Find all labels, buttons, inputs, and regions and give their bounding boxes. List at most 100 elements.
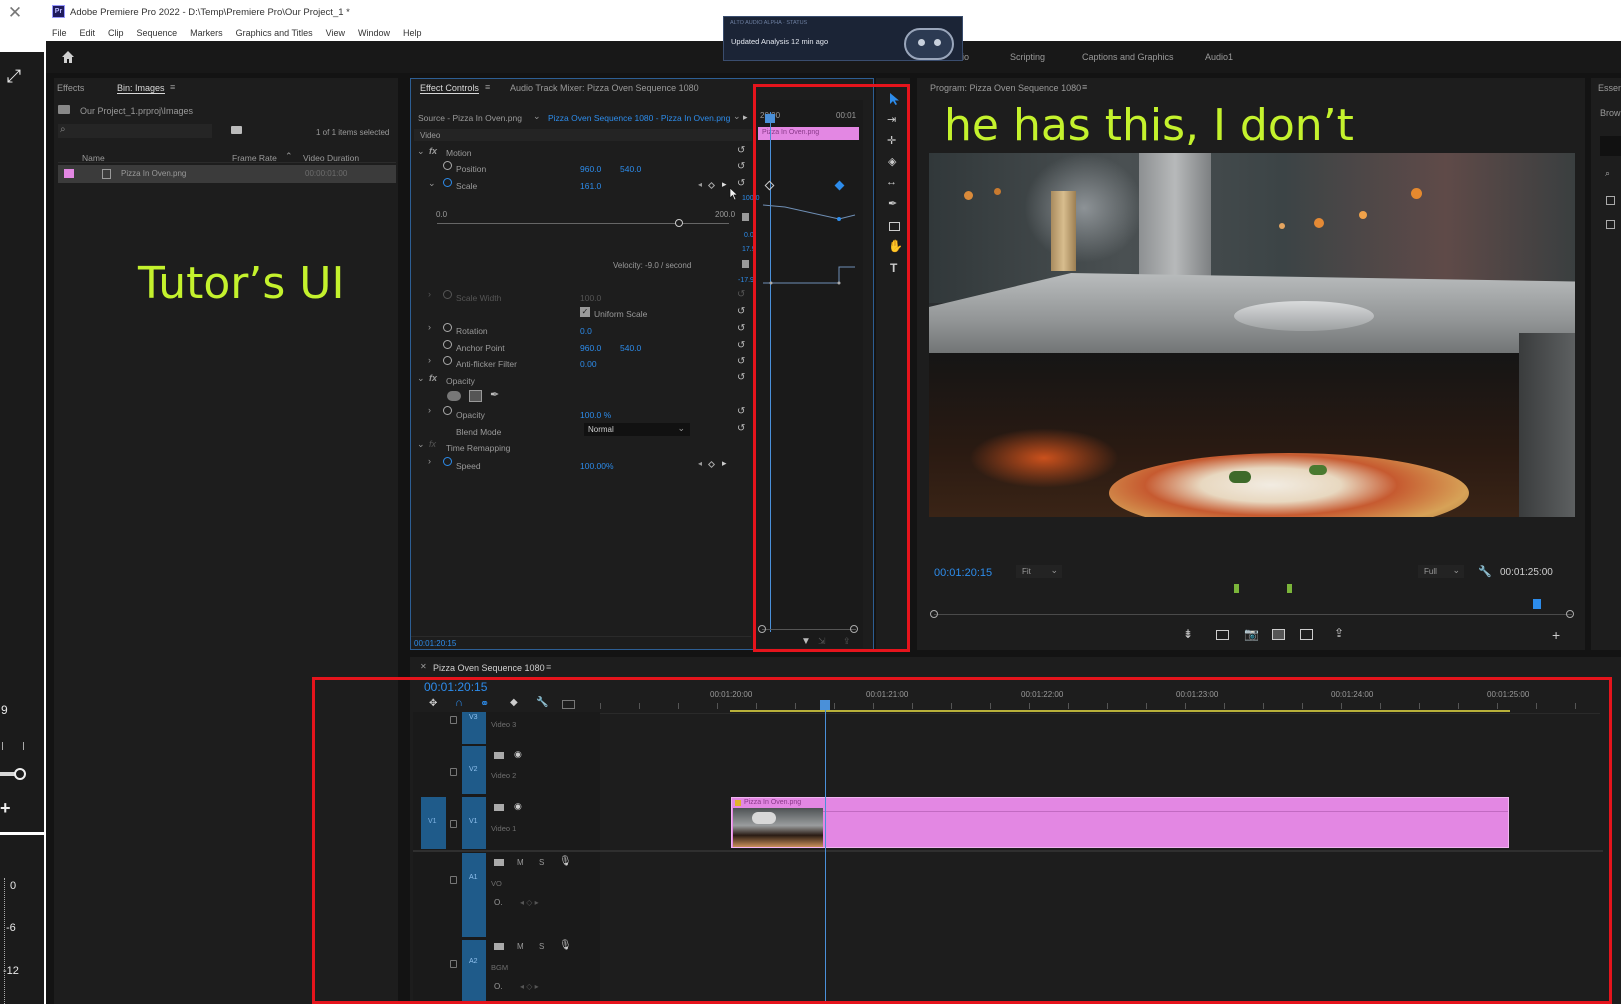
scale-stopwatch-icon[interactable] — [443, 178, 452, 187]
speed-next-keyframe-icon[interactable]: ▸ — [722, 458, 727, 469]
eg-checkbox-1[interactable] — [1606, 196, 1615, 205]
browse-tab[interactable]: Brow — [1600, 108, 1621, 118]
program-timecode[interactable]: 00:01:20:15 — [934, 567, 992, 579]
timeline-title[interactable]: Pizza Oven Sequence 1080 — [433, 663, 545, 673]
antiflicker-reset-icon[interactable]: ↺ — [737, 356, 745, 367]
opacity-section-reset-icon[interactable]: ↺ — [737, 372, 745, 383]
video-frame[interactable] — [929, 153, 1575, 517]
menu-file[interactable]: File — [52, 28, 67, 38]
panel-menu-icon[interactable]: ≡ — [170, 82, 175, 92]
opacity-stopwatch-icon[interactable] — [443, 406, 452, 415]
tab-effects[interactable]: Effects — [57, 83, 84, 93]
analysis-toast[interactable]: ALTO AUDIO ALPHA · STATUS Updated Analys… — [723, 16, 963, 61]
ec-timecode[interactable]: 00:01:20:15 — [414, 639, 456, 648]
rotation-reset-icon[interactable]: ↺ — [737, 323, 745, 334]
rotation-stopwatch-icon[interactable] — [443, 323, 452, 332]
menu-edit[interactable]: Edit — [80, 28, 96, 38]
compare-view-icon[interactable] — [1272, 629, 1285, 640]
home-icon[interactable] — [60, 49, 76, 65]
close-icon[interactable]: ✕ — [4, 2, 26, 24]
opacity-reset-icon[interactable]: ↺ — [737, 406, 745, 417]
workspace-audio1[interactable]: Audio1 — [1205, 52, 1233, 62]
ec-sequence-dropdown-icon[interactable]: ⌄ — [733, 111, 741, 122]
antiflicker-value[interactable]: 0.00 — [580, 359, 597, 369]
share-icon[interactable]: ⇪ — [1334, 626, 1344, 640]
col-frame-rate[interactable]: Frame Rate — [232, 153, 277, 163]
opacity-section-chevron-icon[interactable]: ⌄ — [417, 373, 425, 384]
scale-value[interactable]: 161.0 — [580, 181, 601, 191]
timeline-close-icon[interactable]: ✕ — [420, 662, 427, 671]
blend-mode-select[interactable]: Normal ⌄ — [584, 423, 690, 436]
list-item[interactable]: Pizza In Oven.png 00:00:01:00 — [58, 165, 396, 183]
left-slider-knob[interactable] — [14, 768, 26, 780]
position-x[interactable]: 960.0 — [580, 164, 601, 174]
eg-checkbox-2[interactable] — [1606, 220, 1615, 229]
menu-sequence[interactable]: Sequence — [137, 28, 178, 38]
time-remap-chevron-icon[interactable]: ⌄ — [417, 439, 425, 450]
ellipse-mask-icon[interactable] — [447, 391, 461, 401]
blend-reset-icon[interactable]: ↺ — [737, 423, 745, 434]
marker-2[interactable] — [1287, 584, 1292, 593]
program-scrub-end[interactable] — [1566, 610, 1574, 618]
opacity-value[interactable]: 100.0 % — [580, 410, 611, 420]
pen-mask-icon[interactable]: ✒ — [490, 388, 499, 401]
new-bin-icon[interactable] — [231, 126, 242, 134]
motion-reset-icon[interactable]: ↺ — [737, 145, 745, 156]
speed-stopwatch-icon[interactable] — [443, 457, 452, 466]
speed-chevron-icon[interactable]: › — [428, 456, 431, 466]
ec-source-dropdown-icon[interactable]: ⌄ — [533, 111, 541, 122]
anchor-y[interactable]: 540.0 — [620, 343, 641, 353]
tab-audio-track-mixer[interactable]: Audio Track Mixer: Pizza Oven Sequence 1… — [510, 83, 699, 93]
ec-source[interactable]: Source - Pizza In Oven.png — [418, 113, 522, 123]
col-video-duration[interactable]: Video Duration — [303, 153, 359, 163]
fx-badge-icon[interactable]: fx — [429, 146, 437, 156]
essential-tab[interactable]: Essen — [1598, 83, 1621, 93]
fit-dropdown[interactable]: Fit ⌄ — [1016, 565, 1062, 578]
menu-window[interactable]: Window — [358, 28, 390, 38]
col-name[interactable]: Name — [82, 153, 105, 163]
ec-sequence-clip[interactable]: Pizza Oven Sequence 1080 - Pizza In Oven… — [548, 113, 730, 123]
search-field[interactable] — [58, 124, 212, 138]
workspace-scripting[interactable]: Scripting — [1010, 52, 1045, 62]
rotation-value[interactable]: 0.0 — [580, 326, 592, 336]
workspace-partial[interactable]: io — [962, 52, 969, 62]
prev-keyframe-icon[interactable]: ◂ — [698, 180, 702, 189]
menu-markers[interactable]: Markers — [190, 28, 223, 38]
scale-slider-track[interactable] — [437, 223, 729, 224]
add-button-icon[interactable]: + — [1552, 627, 1560, 643]
resolution-dropdown[interactable]: Full ⌄ — [1418, 565, 1464, 578]
scale-reset-icon[interactable]: ↺ — [737, 178, 745, 189]
eg-search-icon[interactable]: ⌕ — [1605, 168, 1610, 179]
menu-graphics[interactable]: Graphics and Titles — [236, 28, 313, 38]
uniform-scale-reset-icon[interactable]: ↺ — [737, 306, 745, 317]
program-scrub-bar[interactable] — [934, 614, 1572, 615]
tab-effect-controls[interactable]: Effect Controls — [420, 83, 479, 94]
opacity-fx-icon[interactable]: fx — [429, 373, 437, 383]
uniform-scale-checkbox[interactable]: ✓ — [580, 307, 590, 317]
speed-prev-keyframe-icon[interactable]: ◂ — [698, 459, 702, 468]
next-keyframe-icon[interactable]: ▸ — [722, 179, 727, 190]
export-frame-icon[interactable]: 📷 — [1244, 627, 1259, 641]
multi-cam-icon[interactable] — [1300, 629, 1313, 640]
antiflicker-stopwatch-icon[interactable] — [443, 356, 452, 365]
speed-value[interactable]: 100.00% — [580, 461, 614, 471]
workspace-captions[interactable]: Captions and Graphics — [1082, 52, 1174, 62]
position-stopwatch-icon[interactable] — [443, 161, 452, 170]
program-menu-icon[interactable]: ≡ — [1082, 82, 1087, 92]
marker-1[interactable] — [1234, 584, 1239, 593]
ec-play-icon[interactable]: ▸ — [743, 112, 748, 123]
rectangle-mask-icon[interactable] — [469, 390, 482, 402]
plus-icon[interactable]: + — [0, 798, 11, 819]
rotation-chevron-icon[interactable]: › — [428, 322, 431, 332]
menu-help[interactable]: Help — [403, 28, 422, 38]
antiflicker-chevron-icon[interactable]: › — [428, 355, 431, 365]
motion-chevron-icon[interactable]: ⌄ — [417, 146, 425, 157]
eg-field[interactable] — [1600, 136, 1621, 156]
anchor-stopwatch-icon[interactable] — [443, 340, 452, 349]
position-reset-icon[interactable]: ↺ — [737, 161, 745, 172]
tab-bin-images[interactable]: Bin: Images — [117, 83, 165, 94]
wrench-icon[interactable]: 🔧 — [1478, 565, 1492, 578]
anchor-reset-icon[interactable]: ↺ — [737, 340, 745, 351]
ec-menu-icon[interactable]: ≡ — [485, 82, 490, 92]
menu-clip[interactable]: Clip — [108, 28, 124, 38]
